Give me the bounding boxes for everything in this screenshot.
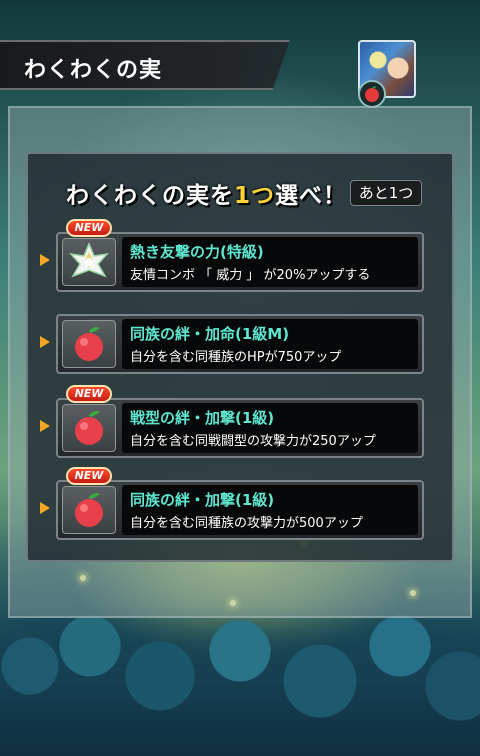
new-badge: NEW xyxy=(66,385,112,403)
page-title: わくわくの実 xyxy=(24,58,163,83)
option-arrow-icon xyxy=(40,502,50,514)
option-text-box: 戦型の絆・加撃(1級) 自分を含む同戦闘型の攻撃力が250アップ xyxy=(122,403,418,453)
selection-heading: わくわくの実を1つ選べ！ xyxy=(66,183,348,209)
option-arrow-icon xyxy=(40,254,50,266)
option-description: 友情コンボ 「 威力 」 が20%アップする xyxy=(130,268,371,283)
option-text-box: 同族の絆・加撃(1級) 自分を含む同種族の攻撃力が500アップ xyxy=(122,485,418,535)
red-fruit-icon xyxy=(358,80,386,108)
title-bar: わくわくの実 xyxy=(0,40,290,90)
new-badge: NEW xyxy=(66,219,112,237)
heading-highlight: 1つ xyxy=(234,183,276,209)
option-description: 自分を含む同戦闘型の攻撃力が250アップ xyxy=(130,434,376,449)
red-fruit-icon xyxy=(62,320,116,368)
fruit-option-3[interactable]: 戦型の絆・加撃(1級) 自分を含む同戦闘型の攻撃力が250アップ xyxy=(56,398,424,458)
option-title: 同族の絆・加命(1級M) xyxy=(130,325,290,343)
new-badge: NEW xyxy=(66,467,112,485)
white-crystal-fruit-icon xyxy=(62,238,116,286)
foreground-leaves xyxy=(0,606,480,756)
option-description: 自分を含む同種族の攻撃力が500アップ xyxy=(130,516,363,531)
option-description: 自分を含む同種族のHPが750アップ xyxy=(130,350,342,365)
option-title: 同族の絆・加撃(1級) xyxy=(130,491,275,509)
red-fruit-icon xyxy=(62,486,116,534)
option-title: 熱き友撃の力(特級) xyxy=(130,243,264,261)
remaining-count-badge: あと1つ xyxy=(350,180,422,206)
option-arrow-icon xyxy=(40,420,50,432)
option-title: 戦型の絆・加撃(1級) xyxy=(130,409,275,427)
fruit-option-2[interactable]: 同族の絆・加命(1級M) 自分を含む同種族のHPが750アップ xyxy=(56,314,424,374)
option-text-box: 同族の絆・加命(1級M) 自分を含む同種族のHPが750アップ xyxy=(122,319,418,369)
fruit-option-1[interactable]: 熱き友撃の力(特級) 友情コンボ 「 威力 」 が20%アップする xyxy=(56,232,424,292)
red-fruit-icon xyxy=(62,404,116,452)
option-text-box: 熱き友撃の力(特級) 友情コンボ 「 威力 」 が20%アップする xyxy=(122,237,418,287)
option-arrow-icon xyxy=(40,336,50,348)
fruit-option-4[interactable]: 同族の絆・加撃(1級) 自分を含む同種族の攻撃力が500アップ xyxy=(56,480,424,540)
